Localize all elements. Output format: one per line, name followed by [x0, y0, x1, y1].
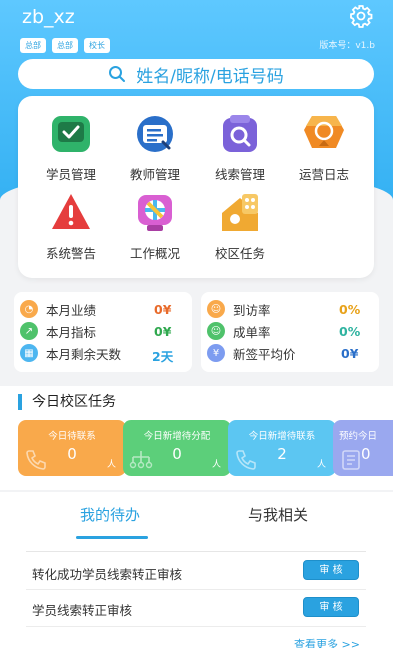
- role-badges: 总部 总部 校长: [20, 38, 110, 53]
- task-card-value: 0: [361, 445, 371, 463]
- grid-item-overview[interactable]: 工作概况: [115, 191, 195, 262]
- deal-icon: ☺: [207, 322, 225, 340]
- stat-label: 本月指标: [46, 324, 97, 340]
- search-icon: [109, 66, 126, 82]
- search-placeholder: 姓名/昵称/电话号码: [136, 66, 284, 87]
- grid-label: 校区任务: [214, 246, 265, 261]
- teacher-icon: [137, 116, 173, 152]
- stat-label: 成单率: [233, 324, 271, 340]
- task-card-title: 今日新增待联系: [248, 431, 316, 442]
- stat-label: 新签平均价: [233, 346, 296, 362]
- review-button[interactable]: 审 核: [303, 560, 359, 580]
- version-label: 版本号：v1.b: [319, 41, 375, 51]
- phone-add-icon: [236, 450, 256, 470]
- grid-item-teacher[interactable]: 教师管理: [115, 112, 195, 183]
- todo-separator: [26, 626, 366, 627]
- grid-item-student[interactable]: 学员管理: [31, 112, 111, 183]
- assign-icon: [129, 451, 153, 469]
- stats-left-card: ◔ 本月业绩 0¥ ↗ 本月指标 0¥ ▦ 本月剩余天数 2天: [14, 292, 192, 372]
- stat-value: 0%: [339, 324, 361, 339]
- stat-value: 0%: [339, 302, 361, 317]
- task-card-unit: 人: [211, 460, 221, 470]
- grid-item-log[interactable]: 运营日志: [284, 112, 364, 183]
- role-badge: 校长: [84, 38, 110, 53]
- task-card-to-contact[interactable]: 今日待联系 0 人: [18, 420, 126, 476]
- tab-related[interactable]: 与我相关: [248, 504, 308, 525]
- feature-grid: 学员管理 教师管理 线索管理 运营日志 系统警告 工作概况 校区任务: [18, 96, 374, 278]
- todo-item: 学员线索转正审核: [32, 603, 133, 618]
- stat-value: 0¥: [341, 346, 359, 361]
- review-button[interactable]: 审 核: [303, 597, 359, 617]
- overview-icon: [138, 195, 172, 231]
- task-card-title: 今日新增待分配: [143, 431, 211, 442]
- username: zb_xz: [22, 6, 75, 28]
- grid-label: 教师管理: [129, 167, 180, 182]
- grid-label: 工作概况: [129, 246, 180, 261]
- view-more-link[interactable]: 查看更多 >>: [294, 636, 360, 648]
- grid-label: 运营日志: [298, 167, 349, 182]
- warning-icon: [52, 194, 90, 229]
- role-badge: 总部: [52, 38, 78, 53]
- grid-label: 系统警告: [45, 246, 96, 261]
- stats-right-card: ☺ 到访率 0% ☺ 成单率 0% ¥ 新签平均价 0¥: [201, 292, 379, 372]
- stat-label: 本月业绩: [46, 302, 97, 318]
- section-separator: [0, 490, 393, 492]
- log-icon: [304, 116, 344, 148]
- stat-label: 本月剩余天数: [46, 346, 122, 362]
- stat-row: ☺ 到访率: [207, 299, 271, 319]
- task-card-unit: 人: [316, 460, 326, 470]
- grid-label: 学员管理: [45, 167, 96, 182]
- grid-item-clue[interactable]: 线索管理: [200, 112, 280, 183]
- task-card-title: 预约今日: [339, 431, 378, 442]
- tab-my-todo[interactable]: 我的待办: [80, 504, 140, 525]
- task-card-appointment[interactable]: 预约今日 0: [333, 420, 393, 476]
- gear-icon[interactable]: [349, 4, 373, 28]
- grid-item-warning[interactable]: 系统警告: [31, 191, 111, 262]
- stat-row: ◔ 本月业绩: [20, 299, 96, 319]
- task-card-new-to-contact[interactable]: 今日新增待联系 2 人: [228, 420, 336, 476]
- task-card-unit: 人: [106, 460, 116, 470]
- price-icon: ¥: [207, 344, 225, 362]
- target-icon: ↗: [20, 322, 38, 340]
- stat-row: ¥ 新签平均价: [207, 343, 296, 363]
- task-card-title: 今日待联系: [48, 431, 96, 442]
- stat-value: 0¥: [154, 302, 172, 317]
- calendar-icon: ▦: [20, 344, 38, 362]
- role-badge: 总部: [20, 38, 46, 53]
- campus-task-section: 今日校区任务 今日待联系 0 人 今日新增待分配 0 人 今日新增待联系 2 人…: [0, 386, 393, 648]
- stat-value: 2天: [152, 349, 174, 364]
- stat-value: 0¥: [154, 324, 172, 339]
- student-icon: [52, 116, 90, 152]
- campus-task-icon: [222, 194, 258, 231]
- todo-separator: [26, 589, 366, 590]
- clue-icon: [223, 115, 257, 152]
- stat-row: ▦ 本月剩余天数: [20, 343, 121, 363]
- search-input[interactable]: 姓名/昵称/电话号码: [18, 59, 374, 89]
- stat-row: ☺ 成单率: [207, 321, 271, 341]
- stat-row: ↗ 本月指标: [20, 321, 96, 341]
- todo-item: 转化成功学员线索转正审核: [32, 567, 183, 582]
- grid-item-campus-task[interactable]: 校区任务: [200, 191, 280, 262]
- phone-icon: [26, 450, 46, 470]
- performance-icon: ◔: [20, 300, 38, 318]
- task-card-to-assign[interactable]: 今日新增待分配 0 人: [123, 420, 231, 476]
- section-title: 今日校区任务: [18, 394, 116, 410]
- stat-label: 到访率: [233, 302, 271, 318]
- active-tab-indicator: [76, 536, 148, 539]
- visit-icon: ☺: [207, 300, 225, 318]
- tab-divider: [26, 551, 366, 552]
- document-icon: [342, 450, 360, 470]
- grid-label: 线索管理: [214, 167, 265, 182]
